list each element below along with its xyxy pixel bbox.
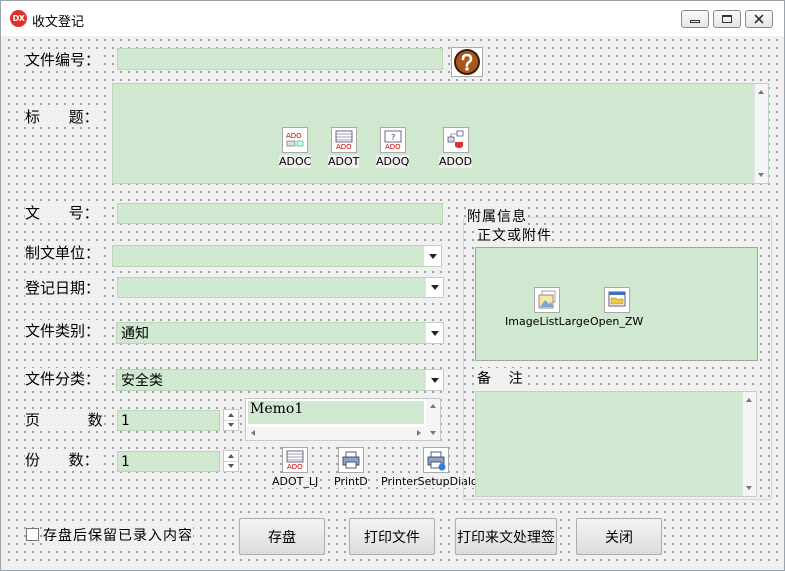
- file-type-value: 通知: [121, 326, 149, 342]
- svg-text:ADO: ADO: [336, 143, 352, 151]
- ado-dataset-icon: [447, 130, 463, 148]
- spin-down-icon: [228, 464, 234, 468]
- memo1-hscroll[interactable]: [246, 427, 426, 440]
- svg-text:?: ?: [391, 133, 395, 142]
- chevron-down-icon: [430, 377, 439, 383]
- svg-text:ADO: ADO: [287, 463, 303, 471]
- copies-input[interactable]: 1: [117, 451, 220, 472]
- file-class-dropdown-arrow[interactable]: [425, 370, 443, 390]
- open-zw-label: Open_ZW: [590, 315, 644, 328]
- open-zw-component[interactable]: Open_ZW: [590, 287, 643, 328]
- chevron-down-icon: [430, 285, 439, 290]
- svg-text:ADO: ADO: [385, 143, 401, 151]
- file-class-value: 安全类: [121, 373, 163, 389]
- pages-input[interactable]: 1: [117, 410, 220, 431]
- save-button[interactable]: 存盘: [239, 518, 325, 555]
- print-file-button-label: 打印文件: [364, 529, 420, 546]
- reg-date-dropdown-arrow[interactable]: [425, 278, 443, 297]
- image-list-icon: [538, 290, 556, 309]
- minimize-button[interactable]: [681, 10, 709, 28]
- adod-component[interactable]: ADOD: [439, 127, 473, 168]
- reg-date-picker[interactable]: [117, 277, 444, 298]
- copies-label: 份 数：: [25, 449, 99, 470]
- window-title: 收文登记: [32, 15, 85, 30]
- copies-spinner[interactable]: [223, 450, 239, 472]
- doc-no-input[interactable]: [117, 203, 443, 224]
- save-button-label: 存盘: [268, 529, 296, 546]
- remark-label: 备 注: [477, 368, 523, 388]
- remark-scrollbar[interactable]: [742, 392, 756, 496]
- file-type-dropdown-arrow[interactable]: [425, 323, 443, 343]
- adot-component[interactable]: ADO ADOT: [328, 127, 360, 168]
- memo1-text-area[interactable]: Memo1: [248, 401, 424, 424]
- adoc-component[interactable]: ADO ADOC: [279, 127, 312, 168]
- adot-label: ADOT: [328, 155, 360, 168]
- title-bar: DX 收文登记: [1, 1, 784, 36]
- pages-label: 页 数: [25, 409, 103, 430]
- adot-lj-component[interactable]: ADO ADOT_LJ: [272, 447, 319, 488]
- keep-content-checkbox[interactable]: [26, 528, 39, 541]
- title-memo-scrollbar[interactable]: [754, 84, 768, 183]
- adoq-label: ADOQ: [376, 155, 410, 168]
- reg-date-label: 登记日期：: [25, 277, 101, 298]
- ado-table-icon: ADO: [286, 450, 304, 471]
- issuer-dropdown-arrow[interactable]: [423, 246, 441, 266]
- close-icon: [754, 14, 764, 24]
- minimize-icon: [690, 19, 700, 23]
- help-button[interactable]: [451, 47, 483, 77]
- memo1[interactable]: Memo1: [245, 398, 441, 441]
- attach-group-label: 附属信息: [467, 206, 527, 226]
- remark-memo[interactable]: [475, 391, 757, 497]
- image-list-label: ImageListLarge: [505, 315, 590, 328]
- print-file-button[interactable]: 打印文件: [349, 518, 435, 555]
- keep-content-label: 存盘后保留已录入内容: [43, 525, 193, 545]
- ado-query-icon: ?ADO: [384, 130, 402, 151]
- issuer-combo[interactable]: [112, 245, 442, 267]
- print-slip-button[interactable]: 打印来文处理签: [455, 518, 557, 555]
- spin-down-icon: [228, 423, 234, 427]
- maximize-button[interactable]: [713, 10, 741, 28]
- printd-component[interactable]: PrintD: [334, 447, 368, 488]
- file-type-label: 文件类别：: [25, 320, 101, 341]
- file-no-label: 文件编号：: [25, 49, 101, 70]
- adoc-label: ADOC: [279, 155, 312, 168]
- maximize-icon: [722, 15, 732, 23]
- adoq-component[interactable]: ? ADO ADOQ: [376, 127, 410, 168]
- memo1-vscroll[interactable]: [426, 399, 440, 440]
- file-no-input[interactable]: [117, 48, 443, 70]
- file-class-combo[interactable]: 安全类: [116, 369, 444, 391]
- pages-spinner[interactable]: [223, 409, 239, 431]
- spin-up-icon: [228, 454, 234, 458]
- title-label: 标 题：: [25, 106, 99, 127]
- file-class-label: 文件分类：: [25, 368, 101, 389]
- adot-lj-label: ADOT_LJ: [272, 475, 319, 488]
- svg-text:ADO: ADO: [286, 132, 302, 140]
- chevron-down-icon: [430, 330, 439, 336]
- chevron-down-icon: [428, 253, 437, 259]
- close-window-button[interactable]: [745, 10, 773, 28]
- ado-table-icon: ADO: [335, 130, 353, 151]
- window: DX 收文登记 文件编号： 标 题： ADO ADOC ADO ADOT ? A…: [0, 0, 785, 571]
- printer-icon: [342, 451, 360, 469]
- spin-up-icon: [228, 413, 234, 417]
- printer-setup-icon: [427, 451, 446, 471]
- app-logo-icon: DX: [10, 10, 27, 27]
- close-button-label: 关闭: [605, 529, 633, 546]
- print-slip-button-label: 打印来文处理签: [457, 529, 555, 546]
- form-client-area: 文件编号： 标 题： ADO ADOC ADO ADOT ? ADO ADOQ …: [5, 36, 780, 567]
- image-list-component[interactable]: ImageListLarge: [505, 287, 590, 328]
- doc-no-label: 文 号：: [25, 202, 99, 223]
- file-type-combo[interactable]: 通知: [116, 322, 444, 344]
- issuer-label: 制文单位：: [25, 242, 101, 263]
- body-attach-label: 正文或附件: [477, 225, 552, 245]
- help-question-icon: [454, 49, 480, 75]
- ado-connection-icon: ADO: [286, 132, 304, 147]
- printd-label: PrintD: [334, 475, 368, 488]
- close-button[interactable]: 关闭: [576, 518, 662, 555]
- open-dialog-icon: [608, 291, 626, 307]
- adod-label: ADOD: [439, 155, 473, 168]
